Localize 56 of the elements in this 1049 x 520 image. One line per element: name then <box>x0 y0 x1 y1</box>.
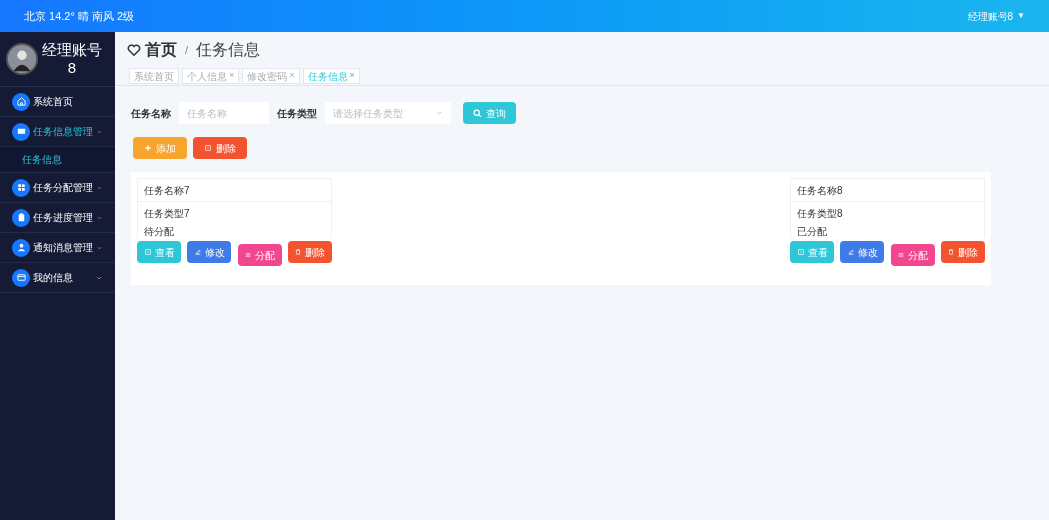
page-tab[interactable]: 修改密码 × <box>242 68 300 84</box>
pencil-icon <box>193 248 202 256</box>
account-number: 8 <box>67 59 77 77</box>
input-field[interactable]: 任务名称 <box>179 102 269 124</box>
delete-button[interactable]: 删除 <box>193 137 247 159</box>
card-title: 任务名称7 <box>137 178 332 202</box>
add-button[interactable]: 添加 <box>133 137 187 159</box>
pencil-icon <box>846 248 855 256</box>
view-icon <box>796 248 805 256</box>
home-icon <box>15 96 27 107</box>
assign-button[interactable]: 分配 <box>890 244 935 266</box>
grid-icon <box>15 182 27 193</box>
close-icon[interactable]: × <box>349 69 355 83</box>
page-tab[interactable]: 任务信息 × <box>302 68 360 84</box>
breadcrumb-current: 任务信息 <box>196 40 261 60</box>
sidebar-menu-item[interactable]: 我的信息 <box>0 263 115 293</box>
view-button[interactable]: 查看 <box>137 241 181 263</box>
account-name: 经理账号 <box>42 41 102 59</box>
heart-icon <box>127 43 141 57</box>
breadcrumb-separator: / <box>185 42 189 58</box>
edit-button[interactable]: 修改 <box>840 241 885 263</box>
user-menu[interactable]: 经理账号8 <box>967 8 1014 24</box>
delete-button[interactable]: 删除 <box>941 241 985 263</box>
close-icon[interactable]: × <box>289 69 295 83</box>
assign-button[interactable]: 分配 <box>237 244 282 266</box>
breadcrumb-link[interactable]: 首页 <box>145 38 177 62</box>
field-label: 任务类型 <box>277 106 317 121</box>
sidebar-submenu-item[interactable]: 任务信息 <box>0 147 115 173</box>
plus-icon <box>144 144 152 152</box>
weather-text: 北京 14.2° 晴 南风 2级 <box>24 8 135 24</box>
avatar <box>6 43 38 75</box>
caret-icon[interactable]: ▼ <box>1017 10 1025 22</box>
lines-icon <box>897 251 906 259</box>
search-icon <box>473 108 482 118</box>
page-tab[interactable]: 系统首页 <box>129 68 179 84</box>
lines-icon <box>244 251 253 259</box>
card-icon <box>15 272 27 283</box>
field-label: 任务名称 <box>131 106 171 121</box>
card-title: 任务名称8 <box>790 178 985 202</box>
sidebar-menu-item[interactable]: 系统首页 <box>0 87 115 117</box>
page-tab[interactable]: 个人信息 × <box>182 68 240 84</box>
view-icon <box>143 248 152 256</box>
task-status-text: 已分配 <box>797 226 828 238</box>
delete-button[interactable]: 删除 <box>288 241 332 263</box>
task-type-text: 任务类型7 <box>144 208 191 220</box>
task-status-text: 待分配 <box>144 226 175 238</box>
message-icon <box>15 126 27 137</box>
chevron-down-icon <box>435 109 443 117</box>
task-type-text: 任务类型8 <box>797 208 844 220</box>
close-icon[interactable]: × <box>229 69 235 83</box>
edit-button[interactable]: 修改 <box>187 241 232 263</box>
sidebar-menu-item[interactable]: 任务进度管理 <box>0 203 115 233</box>
sidebar-menu-item[interactable]: 通知消息管理 <box>0 233 115 263</box>
view-button[interactable]: 查看 <box>790 241 834 263</box>
search-button[interactable]: 查询 <box>463 102 516 124</box>
sidebar-menu-item[interactable]: 任务分配管理 <box>0 173 115 203</box>
